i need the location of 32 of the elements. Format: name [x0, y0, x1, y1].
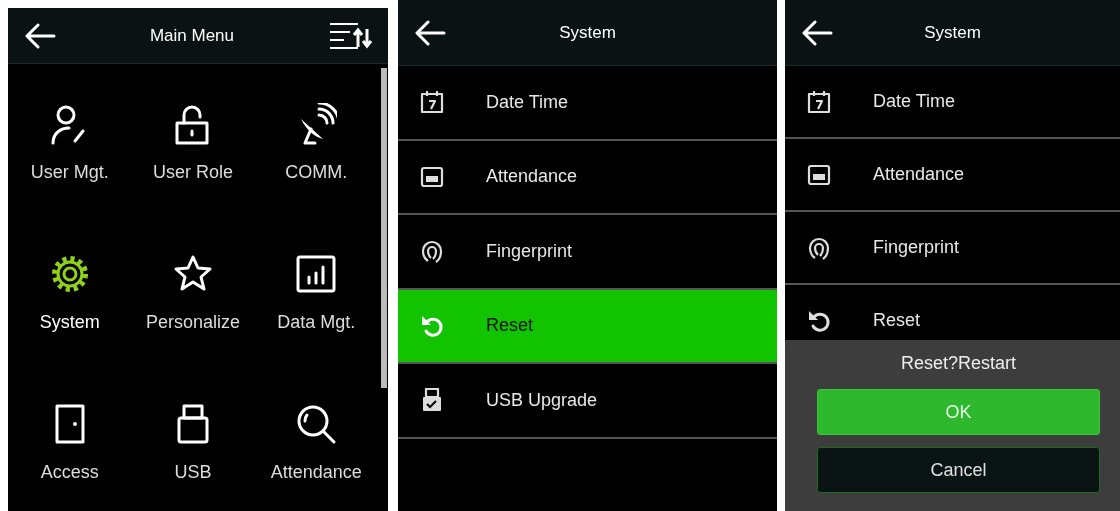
calendar-icon	[420, 90, 444, 115]
bar-chart-icon	[295, 253, 338, 295]
screen-title: System	[559, 21, 616, 44]
screen-title: System	[924, 21, 981, 44]
scroll-bar[interactable]	[381, 68, 387, 388]
menu-item[interactable]: Personalize	[131, 214, 255, 364]
menu-item[interactable]: Data Mgt.	[254, 214, 378, 364]
menu-item[interactable]: User Mgt.	[8, 64, 132, 214]
sort-button[interactable]	[328, 20, 372, 51]
menu-item[interactable]: Attendance	[254, 364, 378, 511]
back-arrow-icon	[414, 19, 446, 46]
back-button[interactable]	[801, 19, 833, 46]
screen-icon	[420, 164, 444, 189]
back-button[interactable]	[24, 22, 56, 49]
back-button[interactable]	[414, 19, 446, 46]
back-arrow-icon	[24, 22, 56, 49]
menu-item[interactable]: COMM.	[254, 64, 378, 214]
screen-title: Main Menu	[149, 24, 235, 47]
menu-item[interactable]: Access	[8, 364, 132, 511]
sort-icon	[328, 20, 372, 51]
back-arrow-icon	[801, 19, 833, 46]
menu-row[interactable]: Reset	[398, 289, 777, 364]
screen-icon	[807, 162, 831, 187]
usb-check-icon	[420, 388, 444, 413]
cancel-button[interactable]: Cancel	[817, 447, 1100, 493]
undo-icon	[420, 313, 444, 338]
calendar-icon	[807, 89, 831, 114]
menu-item[interactable]: System	[8, 214, 132, 364]
menu-item[interactable]: User Role	[131, 64, 255, 214]
undo-icon	[807, 308, 831, 333]
search-icon	[295, 403, 338, 445]
menu-item[interactable]: USB	[131, 364, 255, 511]
